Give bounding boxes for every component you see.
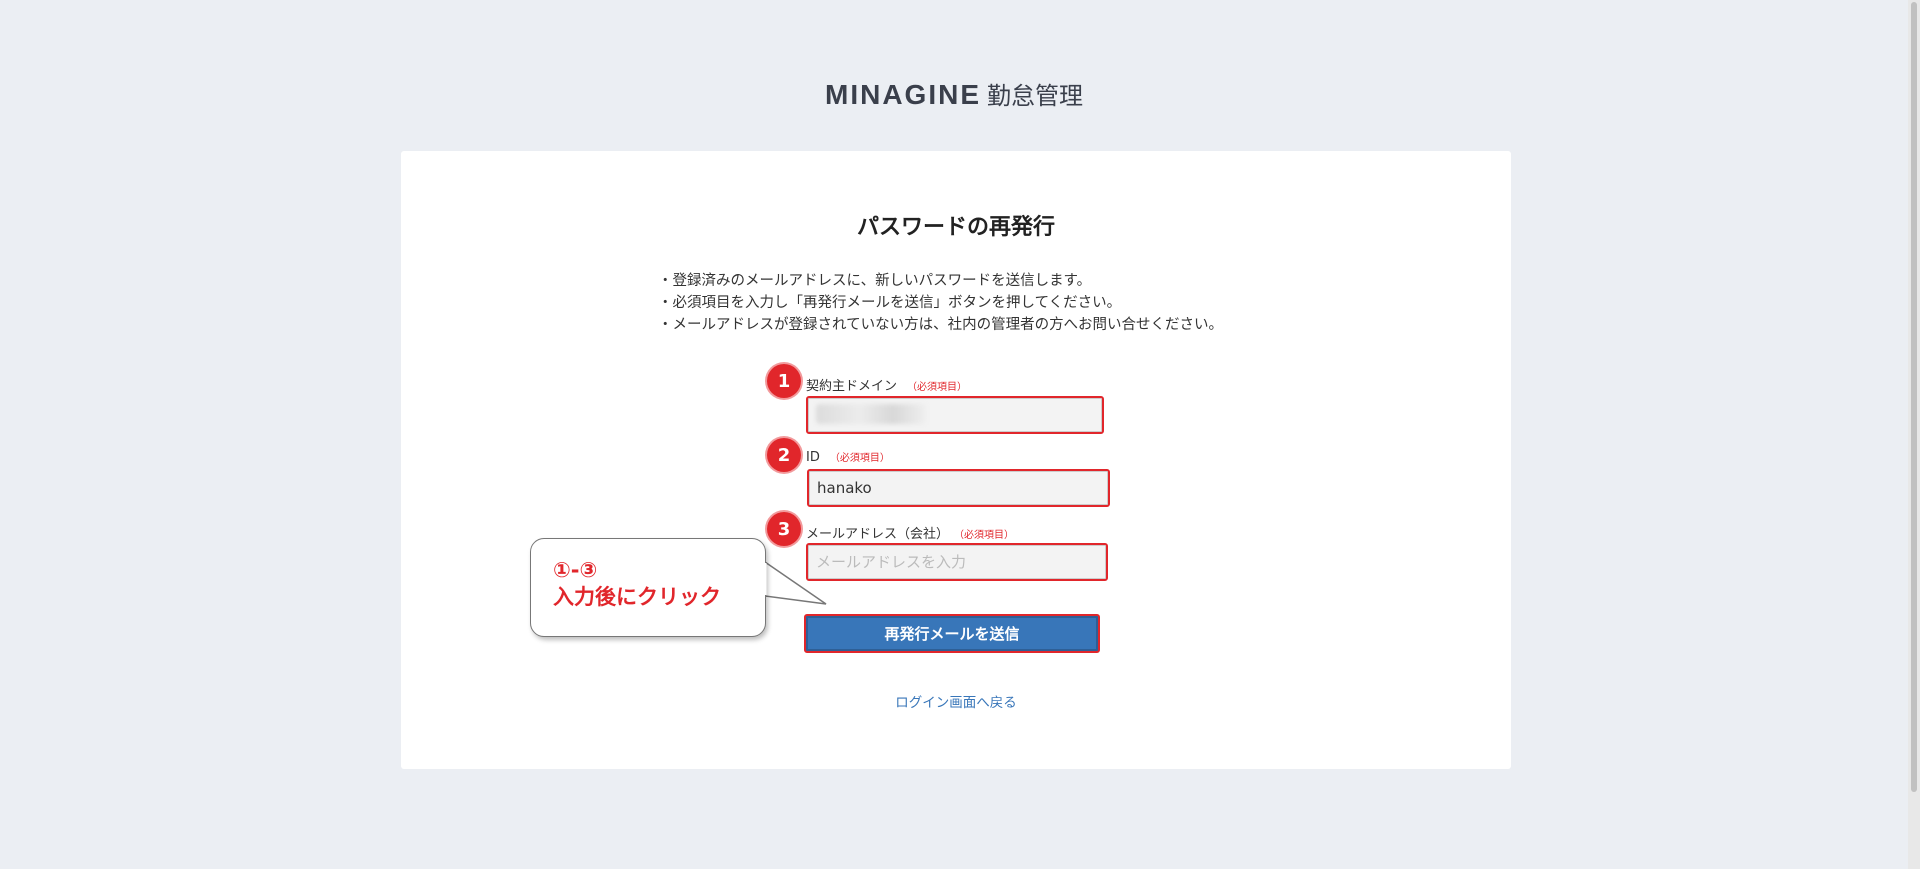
callout-tail-mask xyxy=(763,563,767,595)
scrollbar-thumb[interactable] xyxy=(1911,2,1917,792)
vertical-scrollbar[interactable] xyxy=(1908,0,1920,869)
